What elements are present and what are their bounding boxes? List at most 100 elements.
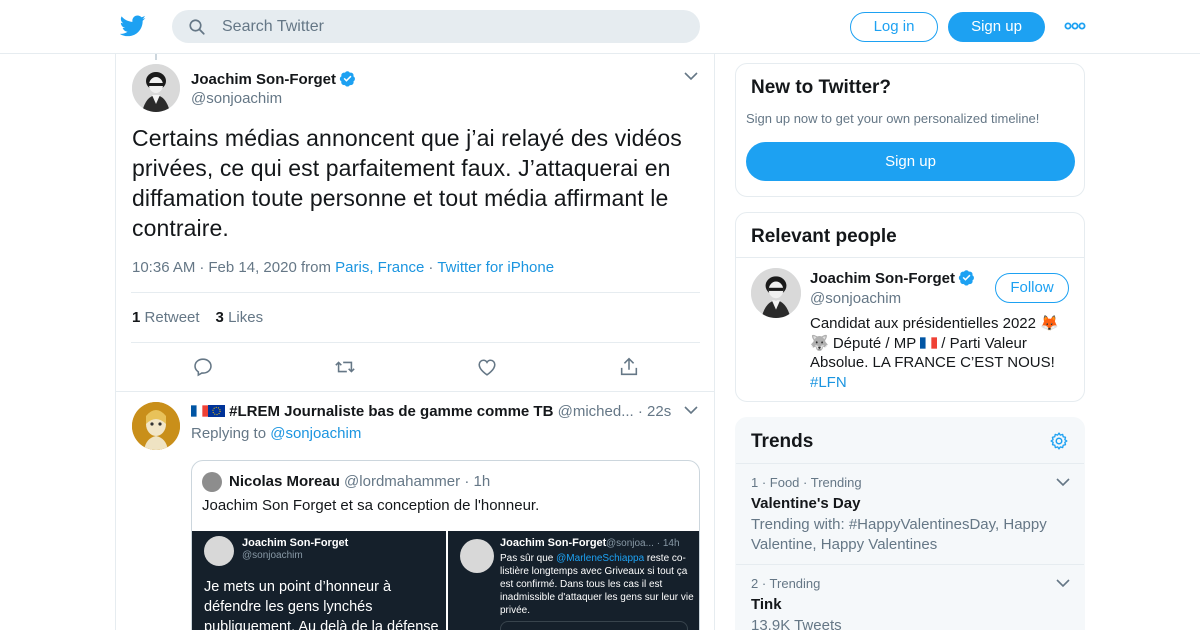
meta-separator: · — [199, 259, 205, 276]
new-to-twitter-card: New to Twitter? Sign up now to get your … — [735, 63, 1085, 197]
screenshot-avatar — [460, 539, 494, 573]
trend-tweet-count: 13.9K Tweets — [751, 617, 842, 630]
screenshot-author-handle: @sonjoachim — [242, 550, 303, 561]
screenshot-avatar — [204, 536, 234, 566]
tweet-date: Feb 14, 2020 from — [208, 259, 331, 276]
replying-to-mention[interactable]: @sonjoachim — [270, 425, 361, 442]
person-avatar-image — [751, 268, 801, 318]
like-heart-icon[interactable] — [476, 356, 498, 378]
new-to-twitter-subtitle: Sign up now to get your own personalized… — [746, 111, 1040, 126]
tweet-time[interactable]: 10:36 AM — [132, 259, 195, 276]
top-navigation-bar: Log in Sign up — [0, 0, 1200, 54]
follow-button[interactable]: Follow — [995, 273, 1069, 303]
card-divider — [736, 257, 1084, 258]
retweets-label: Retweet — [144, 309, 200, 326]
chevron-down-icon[interactable] — [1056, 478, 1070, 487]
france-flag-icon — [920, 335, 938, 349]
likes-stat[interactable]: 3 Likes — [216, 309, 264, 326]
person-handle[interactable]: @sonjoachim — [810, 290, 901, 307]
quoted-author-name: Nicolas Moreau — [229, 473, 340, 490]
meta-separator: · — [637, 403, 643, 420]
author-avatar-image — [132, 64, 180, 112]
trend-meta: 2 · Trending — [751, 576, 821, 591]
person-bio: Candidat aux présidentielles 2022 🦊 🐺 Dé… — [810, 314, 1070, 392]
screenshot-author-handle: @sonjoa... · 14h — [606, 538, 680, 549]
tweet-text: Certains médias annoncent que j’ai relay… — [132, 125, 682, 241]
replying-to-label: Replying to — [191, 425, 267, 442]
reply-author-name-text: #LREM Journaliste bas de gamme comme TB — [229, 403, 554, 420]
chevron-down-icon[interactable] — [684, 72, 698, 81]
verified-badge-icon — [958, 270, 974, 286]
reply-author-avatar[interactable] — [132, 402, 180, 450]
author-avatar[interactable] — [132, 64, 180, 112]
tweet-source-link[interactable]: Twitter for iPhone — [437, 259, 554, 276]
likes-count: 3 — [215, 309, 224, 326]
france-flag-icon — [191, 404, 208, 417]
trend-name: Valentine's Day — [751, 495, 861, 512]
reply-author-handle[interactable]: @miched... — [558, 403, 634, 420]
reply-author-name[interactable]: #LREM Journaliste bas de gamme comme TB — [191, 403, 553, 420]
thread-connector-line — [155, 54, 157, 60]
author-name-text: Joachim Son-Forget — [191, 71, 337, 88]
bio-line: 🐺 Député / MP — [810, 334, 921, 352]
tweet-detail-column: Joachim Son-Forget @sonjoachim Certains … — [115, 54, 715, 630]
signup-button[interactable]: Sign up — [948, 12, 1045, 42]
screenshot-author-name: Joachim Son-Forget — [242, 537, 349, 549]
tweet-location-link[interactable]: Paris, France — [335, 259, 424, 276]
reply-time[interactable]: 22s — [647, 403, 671, 420]
author-handle[interactable]: @sonjoachim — [191, 90, 282, 107]
retweet-icon[interactable] — [334, 356, 356, 378]
share-icon[interactable] — [618, 356, 640, 378]
search-icon — [189, 19, 205, 35]
search-bar — [172, 10, 700, 43]
person-name-text: Joachim Son-Forget — [810, 270, 956, 287]
meta-separator: · — [428, 259, 434, 276]
quoted-image-1[interactable]: Joachim Son-Forget @sonjoachim Je mets u… — [192, 531, 446, 630]
likes-label: Likes — [228, 309, 264, 326]
stats-top-divider — [131, 292, 700, 293]
relevant-people-title: Relevant people — [751, 226, 897, 247]
tweet-actions-bar — [116, 356, 714, 380]
tweet-metadata: 10:36 AM · Feb 14, 2020 from Paris, France… — [132, 259, 554, 276]
quoted-tweet-header: Nicolas Moreau @lordmahammer · 1h — [229, 473, 490, 490]
tweet-stats: 1 Retweet 3 Likes — [132, 309, 263, 326]
reply-avatar-image — [132, 402, 180, 450]
new-to-twitter-title: New to Twitter? — [751, 77, 892, 98]
trends-title: Trends — [751, 431, 814, 452]
card-divider — [736, 564, 1084, 565]
replying-to-line: Replying to @sonjoachim — [191, 425, 361, 442]
stats-bottom-divider — [131, 342, 700, 343]
screenshot-text: Je mets un point d’honneur à défendre le… — [204, 579, 439, 630]
sidebar-signup-button[interactable]: Sign up — [746, 142, 1075, 181]
relevant-people-card: Relevant people Joachim Son-Forget @sonj… — [735, 212, 1085, 402]
author-name[interactable]: Joachim Son-Forget — [191, 70, 356, 88]
eu-flag-icon — [208, 404, 225, 417]
quoted-tweet-card[interactable]: Nicolas Moreau @lordmahammer · 1h Joachi… — [191, 460, 700, 630]
quoted-tweet-time: 1h — [473, 473, 491, 490]
more-options-icon[interactable] — [1064, 20, 1086, 32]
verified-badge-icon — [339, 71, 355, 87]
bio-line: Candidat aux présidentielles 2022 🦊 — [810, 315, 1059, 332]
bio-hashtag-link[interactable]: #LFN — [810, 374, 847, 391]
person-name[interactable]: Joachim Son-Forget — [810, 269, 975, 287]
chevron-down-icon[interactable] — [684, 406, 698, 415]
trend-context: Trending with: #HappyValentinesDay, Happ… — [751, 516, 1047, 553]
trends-card: Trends 1 · Food · Trending Valentine's D… — [735, 417, 1085, 630]
twitter-bird-logo-icon[interactable] — [120, 13, 146, 39]
quoted-image-2[interactable]: Joachim Son-Forget @sonjoa... · 14h Pas … — [448, 531, 699, 630]
person-avatar[interactable] — [751, 268, 801, 318]
screenshot-text: Pas sûr que @MarleneSchiappa reste co-li… — [500, 553, 694, 616]
retweets-stat[interactable]: 1 Retweet — [132, 309, 200, 326]
gear-icon[interactable] — [1049, 431, 1069, 451]
chevron-down-icon[interactable] — [1056, 579, 1070, 588]
search-input[interactable] — [222, 10, 682, 43]
screenshot-author-name: Joachim Son-Forget — [500, 537, 607, 549]
login-button[interactable]: Log in — [850, 12, 938, 42]
retweets-count: 1 — [132, 309, 141, 326]
bio-line: Absolue. LA FRANCE C’EST NOUS! — [810, 354, 1055, 371]
reply-icon[interactable] — [192, 356, 214, 378]
card-divider — [736, 463, 1084, 464]
meta-separator: · — [464, 473, 470, 490]
quoted-author-avatar — [202, 472, 222, 492]
screenshot-embedded-card — [500, 621, 688, 630]
